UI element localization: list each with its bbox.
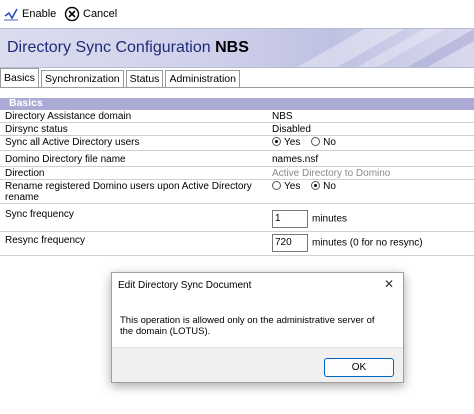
sync-frequency-input[interactable]: 1 <box>272 210 308 228</box>
resync-frequency-label: Resync frequency <box>5 235 86 246</box>
header-banner: Directory Sync Configuration NBS <box>0 28 474 68</box>
dirsync-status-label: Dirsync status <box>5 124 68 135</box>
dialog-message: This operation is allowed only on the ad… <box>120 315 375 337</box>
toolbar: Enable Cancel <box>0 0 474 28</box>
resync-frequency-unit: minutes (0 for no resync) <box>312 237 423 249</box>
dialog-body: This operation is allowed only on the ad… <box>112 299 403 347</box>
direction-label: Direction <box>5 168 45 179</box>
row-dirsync-status: Dirsync status Disabled <box>0 123 474 136</box>
dialog-footer: OK <box>112 347 403 382</box>
radio-unselected-icon <box>311 137 321 146</box>
ok-button[interactable]: OK <box>324 358 394 377</box>
page-title: Directory Sync Configuration NBS <box>7 39 249 57</box>
tab-basics[interactable]: Basics <box>0 68 39 87</box>
domain-value: NBS <box>272 111 293 122</box>
domino-dir-value: names.nsf <box>272 154 319 165</box>
rename-no-label: No <box>323 181 336 192</box>
radio-selected-icon <box>272 137 281 146</box>
sync-all-label: Sync all Active Directory users <box>5 137 140 148</box>
row-domino-directory: Domino Directory file name names.nsf <box>0 151 474 167</box>
row-direction: Direction Active Directory to Domino <box>0 167 474 180</box>
rename-no-radio[interactable]: No <box>311 181 336 192</box>
enable-label: Enable <box>22 8 57 20</box>
row-domain: Directory Assistance domain NBS <box>0 110 474 123</box>
domain-label: Directory Assistance domain <box>5 111 132 122</box>
rename-yes-label: Yes <box>284 181 301 192</box>
row-sync-all: Sync all Active Directory users Yes No <box>0 136 474 151</box>
sync-all-no-radio[interactable]: No <box>311 137 336 148</box>
rename-options: Yes No <box>272 181 344 192</box>
rename-yes-radio[interactable]: Yes <box>272 181 300 192</box>
section-title: Basics <box>9 97 43 109</box>
row-rename: Rename registered Domino users upon Acti… <box>0 180 474 204</box>
dirsync-status-value: Disabled <box>272 124 311 135</box>
page: Enable Cancel Directory Sync Configurati… <box>0 0 474 414</box>
tab-status[interactable]: Status <box>125 70 164 87</box>
sync-all-no-label: No <box>323 137 336 148</box>
dialog-title: Edit Directory Sync Document <box>118 280 252 291</box>
cancel-button[interactable]: Cancel <box>64 4 117 24</box>
sync-all-yes-label: Yes <box>284 137 301 148</box>
enable-icon <box>3 6 19 22</box>
edit-dialog: Edit Directory Sync Document ✕ This oper… <box>111 272 404 383</box>
radio-unselected-icon <box>272 181 281 190</box>
resync-frequency-control: 720 minutes (0 for no resync) <box>272 234 423 252</box>
domino-dir-label: Domino Directory file name <box>5 154 126 165</box>
row-resync-frequency: Resync frequency 720 minutes (0 for no re… <box>0 232 474 256</box>
row-sync-frequency: Sync frequency 1 minutes <box>0 204 474 232</box>
tab-administration[interactable]: Administration <box>165 70 240 87</box>
page-title-name: NBS <box>215 39 249 56</box>
page-title-prefix: Directory Sync Configuration <box>7 39 211 56</box>
section-header: Basics <box>0 97 474 110</box>
cancel-icon <box>64 6 80 22</box>
enable-button[interactable]: Enable <box>3 4 56 24</box>
sync-frequency-label: Sync frequency <box>5 209 74 220</box>
sync-all-yes-radio[interactable]: Yes <box>272 137 300 148</box>
close-icon[interactable]: ✕ <box>383 278 395 290</box>
tab-bar: Basics Synchronization Status Administra… <box>0 68 474 88</box>
sync-all-options: Yes No <box>272 137 344 148</box>
radio-selected-icon <box>311 181 321 190</box>
banner-decoration <box>297 29 474 67</box>
rename-label: Rename registered Domino users upon Acti… <box>5 181 252 203</box>
direction-value: Active Directory to Domino <box>272 168 391 179</box>
sync-frequency-unit: minutes <box>312 213 348 225</box>
resync-frequency-input[interactable]: 720 <box>272 234 308 252</box>
tab-synchronization[interactable]: Synchronization <box>40 70 124 87</box>
cancel-label: Cancel <box>83 8 118 20</box>
sync-frequency-control: 1 minutes <box>272 210 347 228</box>
